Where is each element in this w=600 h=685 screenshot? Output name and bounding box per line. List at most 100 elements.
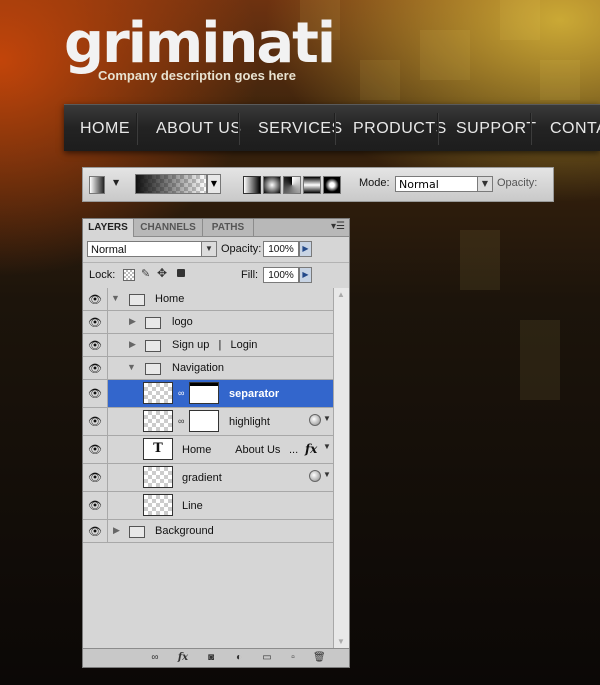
adjustment-layer-icon[interactable]: ◐: [233, 652, 245, 663]
gradient-options-bar: ▼ ▼ Mode: Normal ▼ Opacity:: [82, 167, 554, 202]
nav-home[interactable]: HOME: [80, 105, 130, 151]
scroll-up-icon[interactable]: ▲: [337, 290, 345, 299]
new-layer-icon[interactable]: ▫: [287, 652, 299, 663]
lock-paint-icon[interactable]: ✎: [141, 267, 150, 280]
nav-separator: [136, 113, 138, 145]
site-logo[interactable]: griminati: [64, 14, 336, 74]
new-group-icon[interactable]: ▭: [261, 652, 273, 663]
eye-icon[interactable]: 👁: [83, 288, 108, 310]
nav-contact[interactable]: CONTACT: [550, 105, 600, 151]
eye-icon[interactable]: 👁: [83, 492, 108, 519]
reflected-gradient-icon[interactable]: [303, 176, 321, 194]
folder-icon: [129, 294, 145, 306]
scroll-down-icon[interactable]: ▼: [337, 637, 345, 646]
panel-tabs: LAYERS CHANNELS PATHS ▾☰: [83, 219, 349, 237]
folder-icon: [145, 317, 161, 329]
tab-channels[interactable]: CHANNELS: [134, 219, 203, 236]
linear-gradient-icon[interactable]: [243, 176, 261, 194]
nav-about-us[interactable]: ABOUT US: [156, 105, 242, 151]
expand-right-icon[interactable]: ▶: [113, 525, 120, 536]
angle-gradient-icon[interactable]: [283, 176, 301, 194]
gradient-tool-icon[interactable]: [89, 176, 105, 194]
layer-thumbnail: [143, 494, 173, 516]
opacity-label: Opacity:: [497, 177, 538, 189]
chevron-down-icon[interactable]: ▼: [323, 414, 331, 423]
eye-icon[interactable]: 👁: [83, 334, 108, 356]
layer-row[interactable]: 👁 ▼ Navigation: [83, 357, 333, 380]
style-icon[interactable]: [309, 470, 321, 482]
chevron-down-icon: ▼: [477, 177, 492, 191]
layer-row[interactable]: 👁 ▶ Background: [83, 520, 333, 543]
nav-services[interactable]: SERVICES: [258, 105, 343, 151]
blend-mode-value: Normal: [91, 244, 127, 256]
lock-move-icon[interactable]: ✥: [157, 266, 167, 280]
chevron-down-icon: ▼: [201, 242, 216, 256]
add-mask-icon[interactable]: ◙: [205, 652, 217, 663]
ellipsis: ...: [289, 444, 299, 456]
bg-tile: [460, 230, 500, 290]
mode-select[interactable]: Normal ▼: [395, 176, 493, 192]
eye-icon[interactable]: 👁: [83, 436, 108, 463]
layer-row[interactable]: 👁 T Home About Us ... fx ▼: [83, 436, 333, 464]
lock-all-icon[interactable]: [177, 269, 185, 277]
bg-tile: [420, 30, 470, 80]
nav-products[interactable]: PRODUCTS: [353, 105, 447, 151]
gradient-preview[interactable]: [135, 174, 207, 194]
fill-field[interactable]: 100%: [263, 267, 299, 283]
opacity-label: Opacity:: [221, 243, 262, 255]
lock-transparent-icon[interactable]: [123, 269, 135, 281]
layer-row-selected[interactable]: 👁 ∞ separator: [83, 380, 333, 408]
layer-row[interactable]: 👁 gradient ▼: [83, 464, 333, 492]
eye-icon[interactable]: 👁: [83, 408, 108, 435]
chevron-down-icon[interactable]: ▼: [113, 178, 119, 187]
radial-gradient-icon[interactable]: [263, 176, 281, 194]
fill-arrow-icon[interactable]: ▶: [299, 267, 312, 283]
nav-separator: [437, 113, 439, 145]
layer-row[interactable]: 👁 ▶ logo: [83, 311, 333, 334]
folder-icon: [129, 526, 145, 538]
chevron-down-icon[interactable]: ▼: [323, 442, 331, 451]
bg-tile: [540, 60, 580, 100]
expand-right-icon[interactable]: ▶: [129, 339, 136, 350]
opacity-field[interactable]: 100%: [263, 241, 299, 257]
expand-down-icon[interactable]: ▼: [127, 362, 136, 372]
layers-list: 👁 ▼ Home 👁 ▶ logo 👁 ▶ Sign up | Login 👁 …: [83, 288, 349, 648]
layer-name: Background: [155, 525, 214, 537]
mask-thumbnail[interactable]: [189, 410, 219, 432]
opacity-arrow-icon[interactable]: ▶: [299, 241, 312, 257]
layer-row[interactable]: 👁 Line: [83, 492, 333, 520]
chevron-down-icon[interactable]: ▼: [207, 174, 221, 194]
expand-right-icon[interactable]: ▶: [129, 316, 136, 327]
tab-paths[interactable]: PATHS: [203, 219, 254, 236]
nav-separator: [334, 113, 336, 145]
trash-icon[interactable]: 🗑: [313, 652, 326, 663]
layers-scrollbar[interactable]: ▲ ▼: [333, 288, 349, 648]
link-icon[interactable]: ∞: [178, 388, 184, 398]
fx-icon[interactable]: fx: [305, 442, 317, 456]
layer-name: Line: [182, 500, 203, 512]
eye-icon[interactable]: 👁: [83, 357, 108, 379]
eye-icon[interactable]: 👁: [83, 520, 108, 542]
eye-icon[interactable]: 👁: [83, 464, 108, 491]
layer-row[interactable]: 👁 ▼ Home: [83, 288, 333, 311]
style-icon[interactable]: [309, 414, 321, 426]
mask-thumbnail[interactable]: [189, 382, 219, 404]
text-layer-icon: T: [143, 438, 173, 460]
eye-icon[interactable]: 👁: [83, 311, 108, 333]
fx-add-style-icon[interactable]: fx: [177, 652, 189, 663]
mode-value: Normal: [399, 178, 439, 191]
layer-row[interactable]: 👁 ∞ highlight ▼: [83, 408, 333, 436]
layer-name: Sign up | Login: [172, 339, 258, 351]
panel-menu-icon[interactable]: ▾☰: [331, 221, 345, 232]
link-icon[interactable]: ∞: [178, 416, 184, 426]
bg-tile: [500, 0, 540, 40]
blend-mode-select[interactable]: Normal ▼: [87, 241, 217, 257]
eye-icon[interactable]: 👁: [83, 380, 108, 407]
chevron-down-icon[interactable]: ▼: [323, 470, 331, 479]
link-layers-icon[interactable]: ∞: [149, 652, 161, 663]
diamond-gradient-icon[interactable]: [323, 176, 341, 194]
layer-row[interactable]: 👁 ▶ Sign up | Login: [83, 334, 333, 357]
expand-down-icon[interactable]: ▼: [111, 293, 120, 303]
nav-support[interactable]: SUPPORT: [456, 105, 537, 151]
tab-layers[interactable]: LAYERS: [83, 219, 134, 237]
